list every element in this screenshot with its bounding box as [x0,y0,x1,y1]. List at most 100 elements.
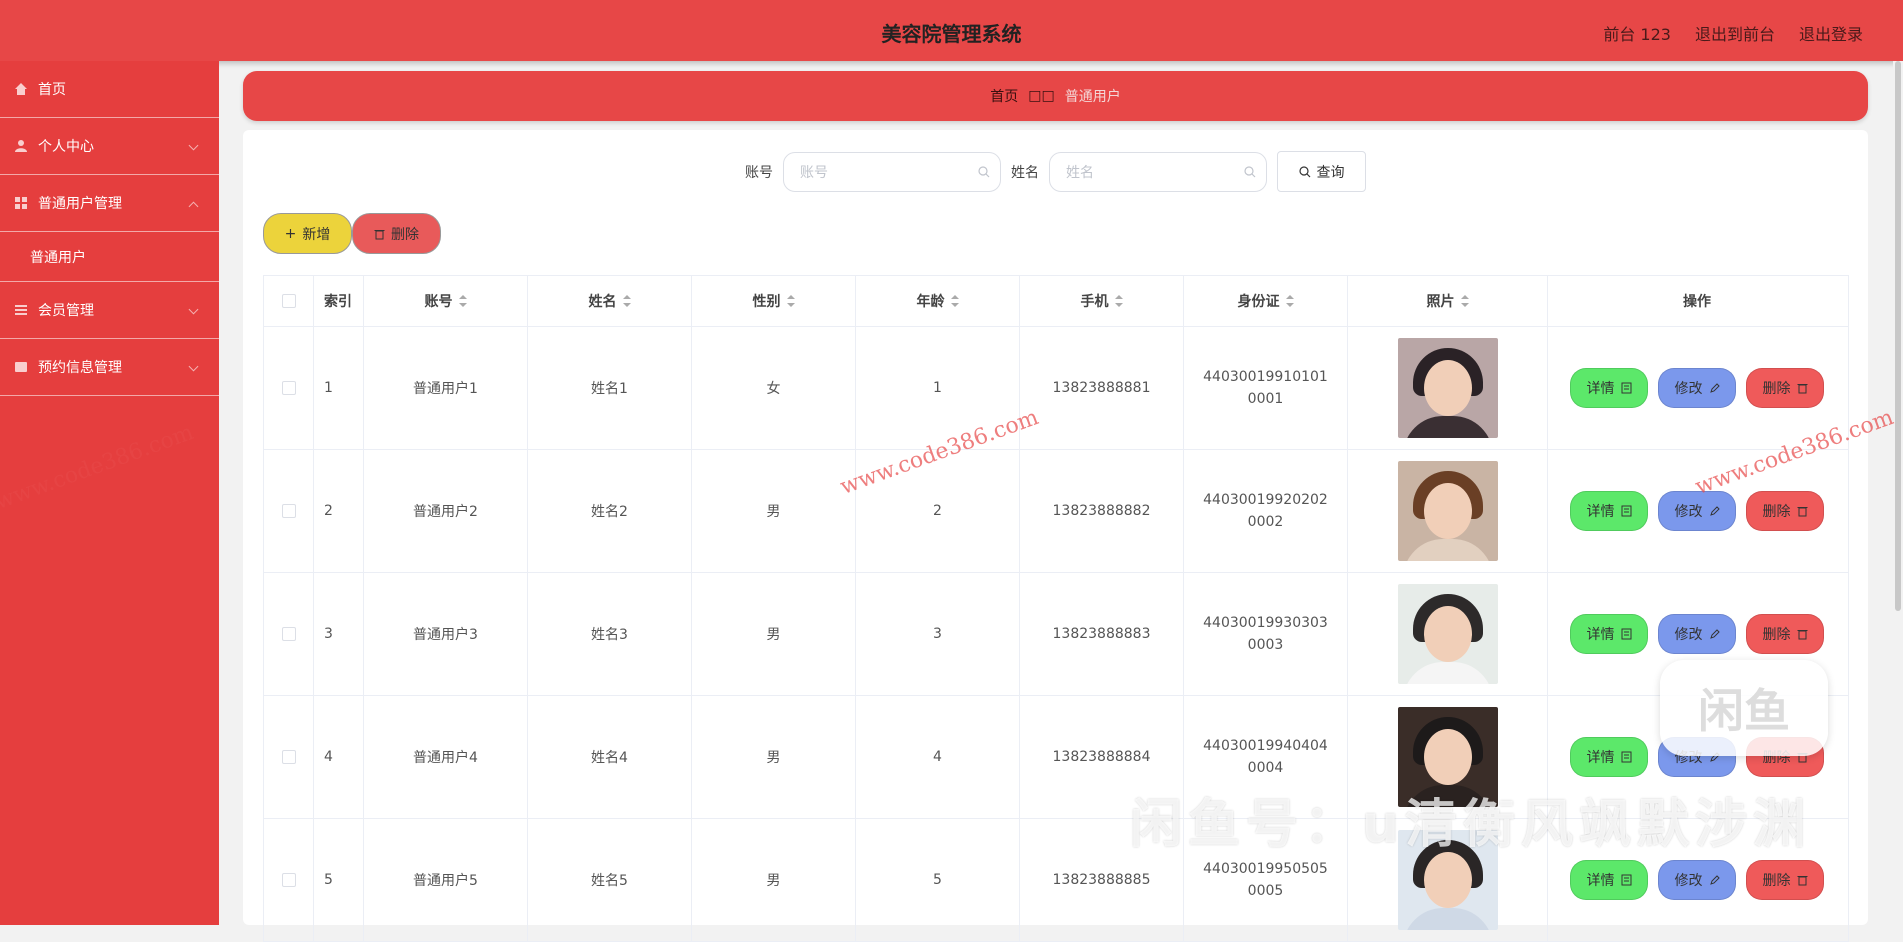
cell-phone: 13823888884 [1020,696,1184,818]
pencil-icon [1709,506,1720,516]
idcard-text: 440300199303030003 [1203,615,1328,653]
sidebar-subitem-users[interactable]: 普通用户 [0,232,219,282]
row-checkbox[interactable] [281,381,296,395]
breadcrumb-separator: □□ [1028,88,1055,104]
user-photo[interactable] [1397,830,1498,930]
add-label: 新增 [302,226,331,243]
sidebar: 首页 个人中心 普通用户管理 普通用户 会员管理 预约信息管理 [0,61,219,925]
account-label: 账号 [745,164,773,181]
document-icon [1621,505,1631,517]
cell-gender: 男 [692,819,856,941]
document-icon [1621,628,1631,640]
select-all-checkbox[interactable] [281,294,296,308]
logout-link[interactable]: 退出登录 [1799,21,1863,45]
edit-button[interactable]: 修改 [1658,614,1736,654]
cell-gender: 男 [692,573,856,695]
cell-name: 姓名4 [528,696,692,818]
delete-button[interactable]: 删除 [1746,614,1824,654]
row-checkbox[interactable] [281,750,296,764]
cell-account: 普通用户1 [364,327,528,449]
row-checkbox[interactable] [281,627,296,641]
sidebar-item-home[interactable]: 首页 [0,61,219,118]
table-body: 1 普通用户1 姓名1 女 1 13823888881 440300199101010001… [264,327,1848,942]
detail-label: 详情 [1586,750,1615,766]
delete-label: 删除 [1762,381,1791,397]
select-all-cell [264,276,314,326]
sidebar-item-member-management[interactable]: 会员管理 [0,282,219,339]
detail-button[interactable]: 详情 [1570,368,1648,408]
detail-button[interactable]: 详情 [1570,737,1648,777]
front-user-link[interactable]: 前台 123 [1603,21,1671,45]
top-header: 美容院管理系统 前台 123 退出到前台 退出登录 [0,0,1903,61]
sort-icon[interactable] [622,295,631,307]
sort-icon[interactable] [458,295,467,307]
document-icon [1621,382,1631,394]
header-idcard[interactable]: 身份证 [1184,276,1348,326]
search-icon [1244,165,1256,177]
delete-label: 删除 [1762,504,1791,520]
document-icon [1621,751,1631,763]
user-photo[interactable] [1397,584,1498,684]
page-scrollbar[interactable] [1893,61,1903,925]
row-select-cell [264,696,314,818]
sidebar-item-label: 普通用户管理 [38,196,122,212]
name-label: 姓名 [1011,164,1039,181]
sort-icon[interactable] [950,295,959,307]
header-gender[interactable]: 性别 [692,276,856,326]
sort-icon[interactable] [1285,295,1294,307]
back-to-front-link[interactable]: 退出到前台 [1695,21,1775,45]
delete-button[interactable]: 删除 [1746,860,1824,900]
sort-icon[interactable] [786,295,795,307]
content-panel: 账号 账号 姓名 姓名 查询 + 新增 删除 索引 账号 姓名 性别 年龄 手机… [243,130,1868,942]
detail-button[interactable]: 详情 [1570,614,1648,654]
cell-name: 姓名2 [528,450,692,572]
delete-button[interactable]: 删除 [1746,491,1824,531]
sort-icon[interactable] [1460,295,1469,307]
header-photo[interactable]: 照片 [1348,276,1548,326]
cell-operations: 详情 修改 删除 [1548,327,1846,449]
header-links: 前台 123 退出到前台 退出登录 [1603,21,1863,45]
delete-button[interactable]: 删除 [1746,368,1824,408]
account-placeholder: 账号 [800,164,828,181]
cell-index: 5 [314,819,364,941]
row-checkbox[interactable] [281,504,296,518]
header-name[interactable]: 姓名 [528,276,692,326]
table-row: 3 普通用户3 姓名3 男 3 13823888883 440300199303030003… [264,573,1848,696]
account-search-input[interactable]: 账号 [783,151,1001,192]
chevron-down-icon [188,304,199,315]
breadcrumb-home[interactable]: 首页 [990,86,1018,106]
detail-label: 详情 [1586,873,1615,889]
header-age[interactable]: 年龄 [856,276,1020,326]
idcard-text: 440300199202020002 [1203,492,1328,530]
cell-idcard: 440300199404040004 [1184,696,1348,818]
cell-name: 姓名5 [528,819,692,941]
row-checkbox[interactable] [281,873,296,887]
sidebar-item-profile[interactable]: 个人中心 [0,118,219,175]
scrollbar-thumb[interactable] [1895,61,1901,611]
cell-photo [1348,327,1548,449]
idcard-text: 440300199505050005 [1203,861,1328,899]
name-search-input[interactable]: 姓名 [1049,151,1267,192]
header-phone[interactable]: 手机 [1020,276,1184,326]
header-account[interactable]: 账号 [364,276,528,326]
delete-label: 删除 [1762,873,1791,889]
edit-button[interactable]: 修改 [1658,368,1736,408]
user-photo[interactable] [1397,338,1498,438]
user-photo[interactable] [1397,461,1498,561]
edit-button[interactable]: 修改 [1658,860,1736,900]
detail-button[interactable]: 详情 [1570,860,1648,900]
query-button[interactable]: 查询 [1277,151,1366,192]
cell-idcard: 440300199505050005 [1184,819,1348,941]
add-button[interactable]: + 新增 [263,213,352,254]
user-photo[interactable] [1397,707,1498,807]
action-bar: + 新增 删除 [263,213,441,254]
sidebar-item-user-management[interactable]: 普通用户管理 [0,175,219,232]
cell-idcard: 440300199202020002 [1184,450,1348,572]
delete-label: 删除 [391,226,419,243]
batch-delete-button[interactable]: 删除 [352,213,441,254]
delete-label: 删除 [1762,627,1791,643]
sidebar-item-appointment-management[interactable]: 预约信息管理 [0,339,219,396]
sort-icon[interactable] [1114,295,1123,307]
edit-button[interactable]: 修改 [1658,491,1736,531]
detail-button[interactable]: 详情 [1570,491,1648,531]
